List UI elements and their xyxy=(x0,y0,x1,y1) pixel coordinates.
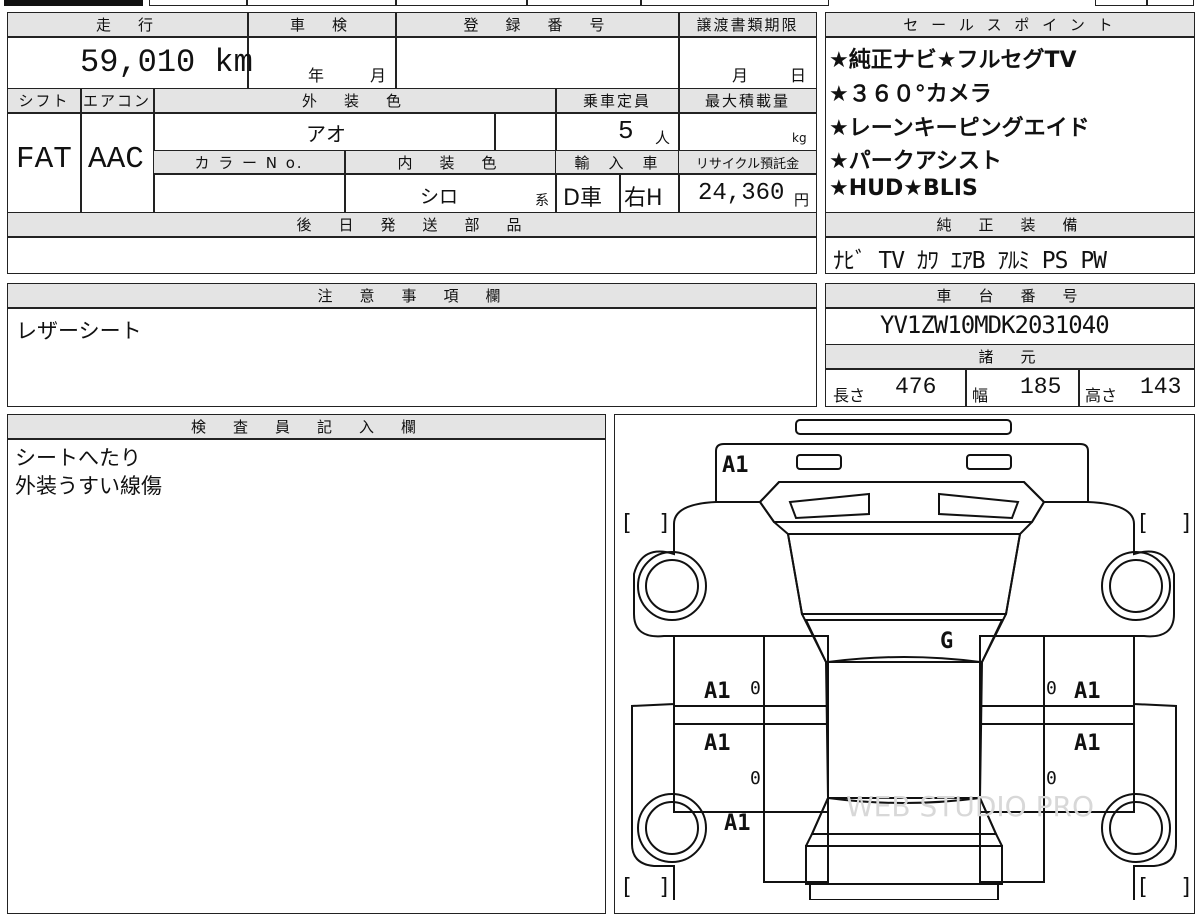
height-label: 高さ xyxy=(1085,386,1118,405)
import-header: 輸 入 車 xyxy=(556,151,678,173)
later-parts-header: 後 日 発 送 部 品 xyxy=(8,213,816,236)
left-front-bracket-open: [ xyxy=(620,511,633,536)
damage-mark-roof: G xyxy=(940,629,953,654)
top-stub-right xyxy=(1095,0,1194,6)
transfer-month: 月 xyxy=(732,66,749,85)
length-label: 長さ xyxy=(833,386,866,405)
sales-point-2: ★３６０°カメラ xyxy=(829,82,992,107)
top-stub-row xyxy=(149,0,829,6)
inspector-note-1: シートへたり xyxy=(15,446,141,470)
import-value-handle: 右H xyxy=(624,186,663,211)
damage-mark-left-front-door: A1 xyxy=(704,679,731,704)
registration-header: 登 録 番 号 xyxy=(396,13,678,36)
door-code-left-rear: 0 xyxy=(750,768,761,789)
left-headlight xyxy=(796,454,842,470)
trunk-lid xyxy=(805,845,1003,885)
left-front-wheel xyxy=(637,551,707,621)
inspection-year: 年 xyxy=(308,66,325,85)
import-value-dealer: D車 xyxy=(563,186,602,211)
front-bumper-outline xyxy=(715,443,1089,503)
right-fog xyxy=(938,492,1020,520)
hood-panel xyxy=(786,533,1022,615)
left-rear-bracket-open: [ xyxy=(620,875,633,900)
length-value: 476 xyxy=(895,374,937,400)
equipment-value: ﾅﾋﾞ TV ｶﾜ ｴｱB ｱﾙﾐ PS PW xyxy=(833,248,1107,274)
shift-value: FAT xyxy=(16,142,72,177)
aircon-value: AAC xyxy=(88,142,144,177)
sales-point-3: ★レーンキーピングエイド xyxy=(829,116,1090,141)
sales-point-5: ★HUD★BLIS xyxy=(829,176,978,201)
notes-header: 注 意 事 項 欄 xyxy=(8,284,816,307)
interior-color-suffix: 系 xyxy=(535,193,549,209)
width-label: 幅 xyxy=(972,386,989,405)
sales-point-4: ★パークアシスト xyxy=(829,149,1002,174)
right-front-bracket-open: [ xyxy=(1136,511,1149,536)
damage-mark-left-rear-quarter: A1 xyxy=(724,811,751,836)
width-value: 185 xyxy=(1020,374,1062,400)
top-black-tab xyxy=(4,0,143,6)
transfer-day: 日 xyxy=(790,66,807,85)
damage-mark-right-front-door: A1 xyxy=(1074,679,1101,704)
right-front-wheel xyxy=(1101,551,1171,621)
damage-mark-left-rear-door: A1 xyxy=(704,731,731,756)
right-side-sill xyxy=(979,705,1135,725)
mileage-header: 走 行 xyxy=(8,13,247,36)
interior-color-header: 内 装 色 xyxy=(345,151,555,173)
interior-color-value: シロ xyxy=(420,186,459,208)
chassis-number: YV1ZW10MDK2031040 xyxy=(880,311,1110,339)
rear-bumper xyxy=(809,883,999,900)
color-no-header: カ ラ ー N o. xyxy=(154,151,344,173)
exterior-color-value: アオ xyxy=(306,122,346,146)
right-body-outline xyxy=(1087,501,1177,900)
inspector-note-2: 外装うすい線傷 xyxy=(15,474,162,498)
right-headlight xyxy=(966,454,1012,470)
inspection-header: 車 検 xyxy=(248,13,395,36)
door-code-right-rear: 0 xyxy=(1046,768,1057,789)
height-value: 143 xyxy=(1140,374,1182,400)
chassis-header: 車 台 番 号 xyxy=(826,284,1194,307)
left-rear-wheel xyxy=(637,793,707,863)
left-fog xyxy=(788,492,870,520)
exterior-color-header: 外 装 色 xyxy=(154,89,555,112)
door-code-right-front: 0 xyxy=(1046,678,1057,699)
sales-point-1: ★純正ナビ★フルセグTV xyxy=(829,48,1077,73)
right-front-bracket-close: ] xyxy=(1180,511,1193,536)
recycle-fee-value: 24,360 xyxy=(698,180,785,207)
car-damage-diagram: [ ] [ ] [ ] [ ] A1 G A1 A1 A1 A1 A1 0 0 … xyxy=(620,419,1193,900)
left-front-bracket-close: ] xyxy=(658,511,671,536)
right-rear-bracket-close: ] xyxy=(1180,875,1193,900)
capacity-value: 5 xyxy=(618,116,634,146)
roof-panel xyxy=(827,656,981,804)
right-front-door-outline xyxy=(979,635,1135,725)
windshield xyxy=(804,619,1004,663)
left-rear-bracket-close: ] xyxy=(658,875,671,900)
watermark: WEB STUDIO PRO xyxy=(846,790,1094,823)
capacity-unit: 人 xyxy=(655,129,671,147)
right-rear-bracket-open: [ xyxy=(1136,875,1149,900)
sales-points-header: セ ー ル ス ポ イ ン ト xyxy=(826,13,1194,36)
front-grille-bar xyxy=(795,419,1012,435)
door-code-left-front: 0 xyxy=(750,678,761,699)
mileage-value: 59,010 km xyxy=(80,44,253,81)
right-rear-wheel xyxy=(1101,793,1171,863)
capacity-header: 乗車定員 xyxy=(556,89,678,112)
inspection-month: 月 xyxy=(370,66,387,85)
recycle-fee-unit: 円 xyxy=(794,191,810,209)
damage-mark-right-rear-door: A1 xyxy=(1074,731,1101,756)
hood-front xyxy=(758,481,1046,523)
shift-header: シフト xyxy=(8,89,80,112)
notes-text: レザーシート xyxy=(16,319,142,343)
maxload-header: 最大積載量 xyxy=(679,89,816,112)
maxload-unit: kg xyxy=(792,131,807,145)
left-side-sill xyxy=(673,705,829,725)
damage-mark-front: A1 xyxy=(722,453,749,478)
aircon-header: エアコン xyxy=(81,89,153,112)
specs-header: 諸 元 xyxy=(826,345,1194,368)
equipment-header: 純 正 装 備 xyxy=(826,213,1194,236)
recycle-fee-header: リサイクル預託金 xyxy=(679,151,816,173)
inspector-header: 検 査 員 記 入 欄 xyxy=(8,415,605,438)
transfer-deadline-header: 譲渡書類期限 xyxy=(679,13,816,36)
